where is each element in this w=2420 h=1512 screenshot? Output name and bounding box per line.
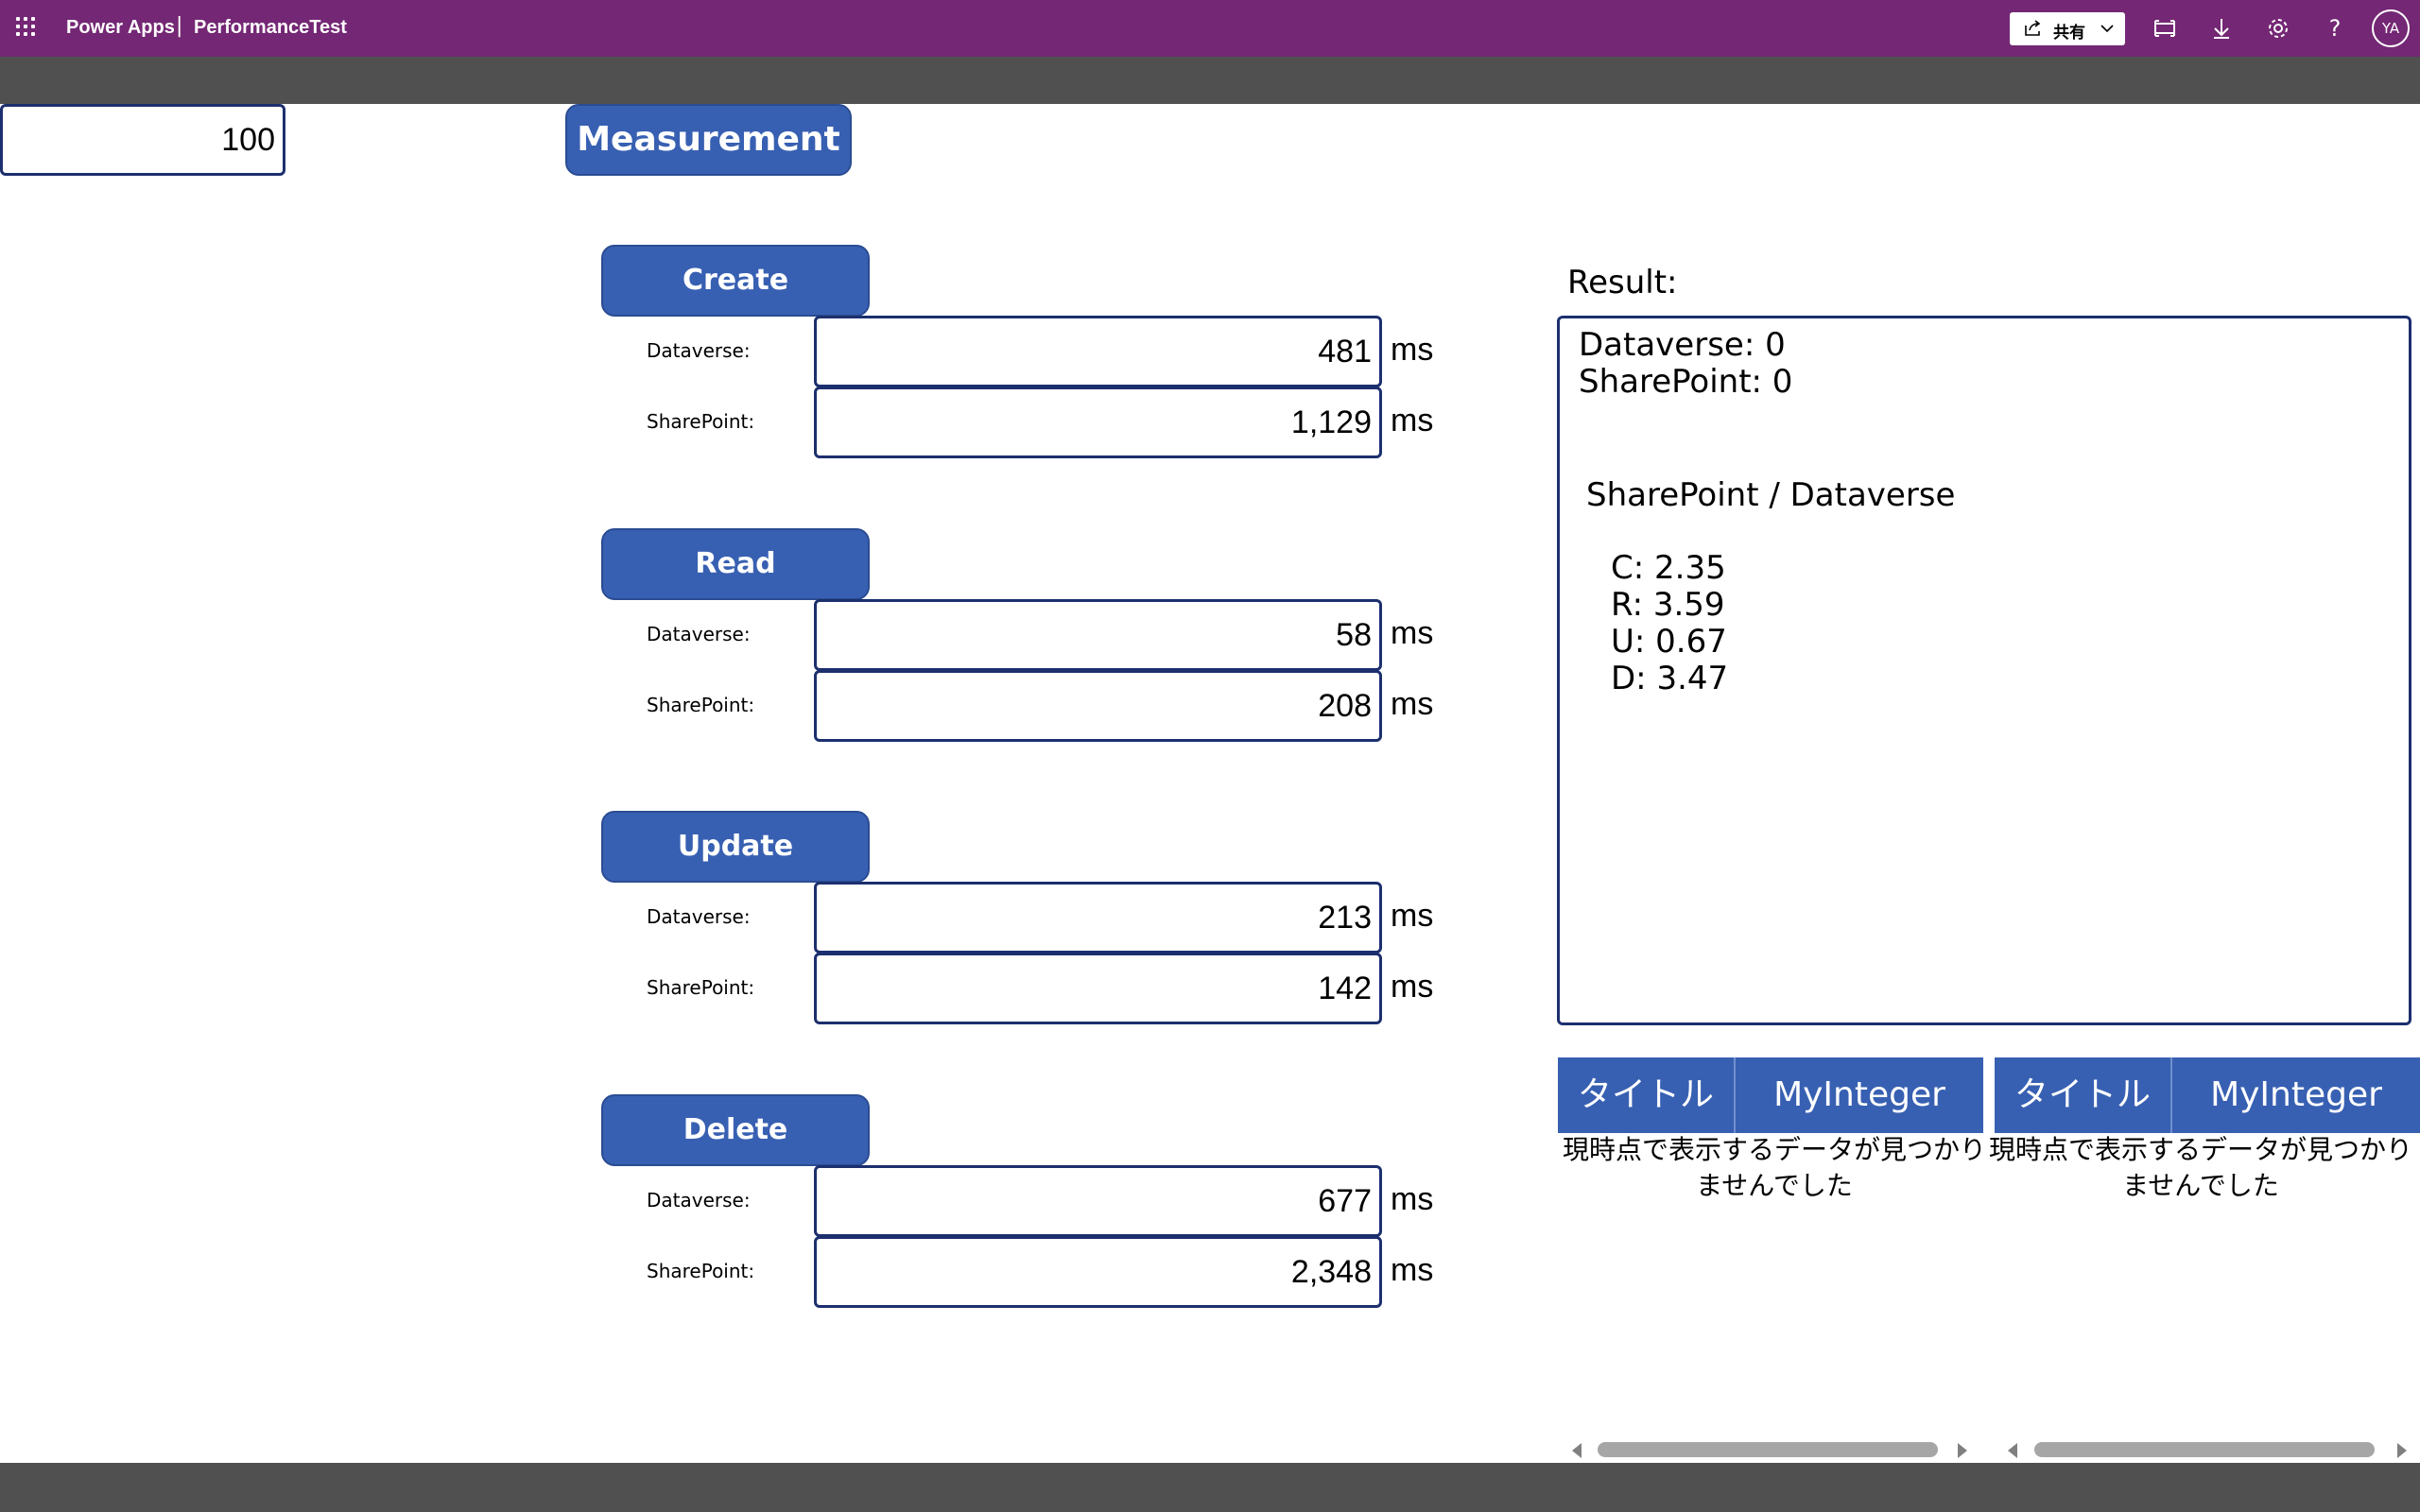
title-separator: | xyxy=(176,14,183,38)
help-icon[interactable]: ? xyxy=(2322,15,2348,42)
waffle-icon[interactable] xyxy=(16,17,39,40)
measurement-button[interactable]: Measurement xyxy=(565,104,852,176)
scroll-left-arrow-icon[interactable] xyxy=(1572,1443,1582,1458)
gallery2-empty-message: 現時点で表示するデータが見つかり ませんでした xyxy=(1983,1132,2418,1204)
read-sharepoint-unit: ms xyxy=(1391,686,1434,722)
result-dataverse-count: Dataverse: 0 xyxy=(1579,326,1786,364)
read-dataverse-unit: ms xyxy=(1391,615,1434,651)
gallery1-empty-message: 現時点で表示するデータが見つかり ませんでした xyxy=(1557,1132,1992,1204)
gallery1-empty-line1: 現時点で表示するデータが見つかり xyxy=(1562,1134,1986,1165)
result-label: Result: xyxy=(1567,264,1678,301)
gallery1-empty-line2: ませんでした xyxy=(1696,1170,1853,1201)
result-textbox[interactable]: Dataverse: 0 SharePoint: 0 SharePoint / … xyxy=(1557,316,2411,1025)
create-sharepoint-label: SharePoint: xyxy=(647,410,755,433)
count-input[interactable]: 100 xyxy=(0,104,285,176)
read-button[interactable]: Read xyxy=(601,528,870,600)
share-icon xyxy=(2025,20,2041,36)
delete-sharepoint-unit: ms xyxy=(1391,1252,1434,1288)
chevron-down-icon xyxy=(2100,25,2114,33)
download-icon[interactable] xyxy=(2208,15,2235,42)
share-button[interactable]: 共有 xyxy=(2010,12,2125,45)
delete-dataverse-label: Dataverse: xyxy=(647,1189,751,1211)
scroll-right-arrow-icon[interactable] xyxy=(2397,1443,2407,1458)
update-dataverse-unit: ms xyxy=(1391,898,1434,934)
create-dataverse-label: Dataverse: xyxy=(647,339,751,362)
gallery1-scrollbar-thumb[interactable] xyxy=(1598,1442,1938,1457)
fit-screen-icon[interactable] xyxy=(2152,15,2178,42)
update-sharepoint-unit: ms xyxy=(1391,969,1434,1005)
update-sharepoint-label: SharePoint: xyxy=(647,976,755,999)
update-dataverse-label: Dataverse: xyxy=(647,905,751,928)
delete-dataverse-field[interactable]: 677 xyxy=(814,1165,1382,1237)
update-sharepoint-field[interactable]: 142 xyxy=(814,953,1382,1024)
result-sharepoint-count: SharePoint: 0 xyxy=(1579,363,1793,401)
delete-button[interactable]: Delete xyxy=(601,1094,870,1166)
result-ratio-title: SharePoint / Dataverse xyxy=(1586,476,1956,514)
read-sharepoint-label: SharePoint: xyxy=(647,694,755,716)
gallery2-header-title[interactable]: タイトル xyxy=(1995,1057,2170,1133)
app-header: Power Apps | PerformanceTest 共有 ? YA xyxy=(0,0,2420,57)
scroll-left-arrow-icon[interactable] xyxy=(2008,1443,2017,1458)
app-toolbar-strip xyxy=(0,57,2420,104)
app-name: PerformanceTest xyxy=(194,17,347,38)
delete-sharepoint-field[interactable]: 2,348 xyxy=(814,1236,1382,1308)
gallery2-header-myinteger[interactable]: MyInteger xyxy=(2172,1057,2420,1133)
read-dataverse-label: Dataverse: xyxy=(647,623,751,645)
settings-icon[interactable] xyxy=(2265,15,2291,42)
update-button[interactable]: Update xyxy=(601,811,870,883)
result-ratio-read: R: 3.59 xyxy=(1611,586,1725,624)
result-ratio-create: C: 2.35 xyxy=(1611,549,1726,587)
create-button[interactable]: Create xyxy=(601,245,870,317)
result-ratio-update: U: 0.67 xyxy=(1611,623,1727,661)
scroll-right-arrow-icon[interactable] xyxy=(1958,1443,1967,1458)
result-ratio-delete: D: 3.47 xyxy=(1611,660,1729,697)
create-sharepoint-field[interactable]: 1,129 xyxy=(814,387,1382,458)
gallery2-empty-line2: ませんでした xyxy=(2122,1170,2279,1201)
read-sharepoint-field[interactable]: 208 xyxy=(814,670,1382,742)
update-dataverse-field[interactable]: 213 xyxy=(814,882,1382,954)
gallery2-scrollbar-thumb[interactable] xyxy=(2034,1442,2375,1457)
gallery2-empty-line1: 現時点で表示するデータが見つかり xyxy=(1988,1134,2412,1165)
create-sharepoint-unit: ms xyxy=(1391,403,1434,438)
gallery1-header-title[interactable]: タイトル xyxy=(1558,1057,1734,1133)
create-dataverse-field[interactable]: 481 xyxy=(814,316,1382,387)
app-title: Power Apps xyxy=(66,17,175,38)
avatar[interactable]: YA xyxy=(2372,9,2410,47)
create-dataverse-unit: ms xyxy=(1391,332,1434,368)
app-footer-strip xyxy=(0,1463,2420,1512)
share-label: 共有 xyxy=(2053,24,2085,43)
gallery1-header-myinteger[interactable]: MyInteger xyxy=(1736,1057,1983,1133)
delete-dataverse-unit: ms xyxy=(1391,1181,1434,1217)
delete-sharepoint-label: SharePoint: xyxy=(647,1260,755,1282)
read-dataverse-field[interactable]: 58 xyxy=(814,599,1382,671)
